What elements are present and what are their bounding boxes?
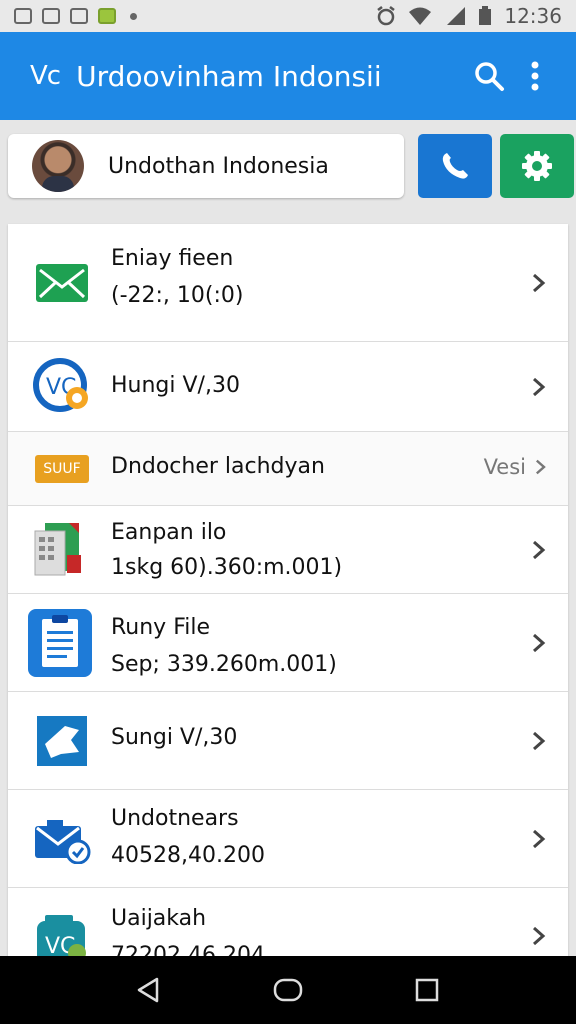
avatar xyxy=(32,140,84,192)
status-bar: 12:36 xyxy=(0,0,576,32)
more-vert-icon xyxy=(531,61,539,91)
chevron-right-icon xyxy=(533,926,546,946)
list-item-subtitle: 1skg 60).360:m.001) xyxy=(111,555,343,580)
vc-badge-icon: VC xyxy=(32,357,92,417)
back-button[interactable] xyxy=(129,970,169,1010)
item-list: Eniay fieen (-22:, 10(:0) VC Hungi V/,30… xyxy=(8,224,568,956)
back-icon xyxy=(138,977,159,1003)
recents-icon xyxy=(415,978,438,1002)
chevron-right-icon xyxy=(536,459,546,475)
signal-icon xyxy=(447,7,466,25)
status-time: 12:36 xyxy=(504,4,562,28)
list-item-title: Eniay fieen xyxy=(111,246,234,271)
chevron-right-icon xyxy=(533,273,546,293)
list-item-subtitle: 40528,40.200 xyxy=(111,843,265,868)
app-title: Urdoovinham Indonsii xyxy=(76,59,382,93)
search-button[interactable] xyxy=(466,53,512,99)
chevron-right-icon xyxy=(533,829,546,849)
home-button[interactable] xyxy=(268,970,308,1010)
account-name: Undothan Indonesia xyxy=(108,153,329,179)
navigation-bar xyxy=(0,956,576,1024)
account-card[interactable]: Undothan Indonesia xyxy=(8,134,404,198)
wifi-icon xyxy=(409,7,432,25)
list-item[interactable]: Runy File Sep; 339.260m.001) xyxy=(8,594,568,692)
chevron-right-icon xyxy=(533,377,546,397)
list-item[interactable]: Undotnears 40528,40.200 xyxy=(8,790,568,888)
list-item[interactable]: Sungi V/,30 xyxy=(8,692,568,790)
list-item-title: Uaijakah xyxy=(111,906,207,931)
list-item[interactable]: Eniay fieen (-22:, 10(:0) xyxy=(8,224,568,342)
email-icon xyxy=(32,253,92,313)
app-icon xyxy=(98,8,116,24)
suuf-tag-icon: SUUF xyxy=(32,439,92,499)
list-item[interactable]: VC Hungi V/,30 xyxy=(8,342,568,432)
send-icon xyxy=(32,711,92,771)
account-bar: Undothan Indonesia xyxy=(0,120,576,212)
dot-icon xyxy=(130,12,137,20)
vc-app-icon: VC xyxy=(32,910,92,956)
list-item[interactable]: VC Uaijakah 72202 46 204 xyxy=(8,888,568,956)
clipboard-icon xyxy=(26,606,94,680)
home-icon xyxy=(273,978,303,1002)
list-item-title: Undotnears xyxy=(111,806,239,831)
call-button[interactable] xyxy=(418,134,492,198)
chevron-right-icon xyxy=(533,731,546,751)
list-item-title: Hungi V/,30 xyxy=(111,373,240,398)
chevron-right-icon xyxy=(533,540,546,560)
list-item-title: Dndocher lachdyan xyxy=(111,454,325,479)
list-item-subtitle: Sep; 339.260m.001) xyxy=(111,652,337,677)
spreadsheet-icon xyxy=(32,520,92,580)
recents-button[interactable] xyxy=(407,970,447,1010)
list-item-value: Vesi xyxy=(483,455,526,479)
app-bar: Vc Urdoovinham Indonsii xyxy=(0,32,576,120)
mail-check-icon xyxy=(32,810,92,870)
list-item-title: Runy File xyxy=(111,615,211,640)
chevron-right-icon xyxy=(533,633,546,653)
settings-button[interactable] xyxy=(500,134,574,198)
image-icon xyxy=(14,8,32,24)
app-logo: Vc xyxy=(30,61,61,91)
list-item-title: Eanpan ilo xyxy=(111,520,227,545)
tag-label: SUUF xyxy=(35,455,89,483)
gear-icon xyxy=(522,151,552,181)
image-icon xyxy=(70,8,88,24)
photo-icon xyxy=(42,8,60,24)
more-options-button[interactable] xyxy=(512,53,558,99)
search-icon xyxy=(475,62,504,91)
list-item[interactable]: Eanpan ilo 1skg 60).360:m.001) xyxy=(8,506,568,594)
battery-icon xyxy=(479,6,492,25)
list-item-subtitle: 72202 46 204 xyxy=(111,943,265,956)
call-icon xyxy=(442,153,468,179)
list-item[interactable]: SUUF Dndocher lachdyan Vesi xyxy=(8,432,568,506)
alarm-icon xyxy=(377,6,396,26)
list-item-subtitle: (-22:, 10(:0) xyxy=(111,283,244,308)
list-item-title: Sungi V/,30 xyxy=(111,725,238,750)
